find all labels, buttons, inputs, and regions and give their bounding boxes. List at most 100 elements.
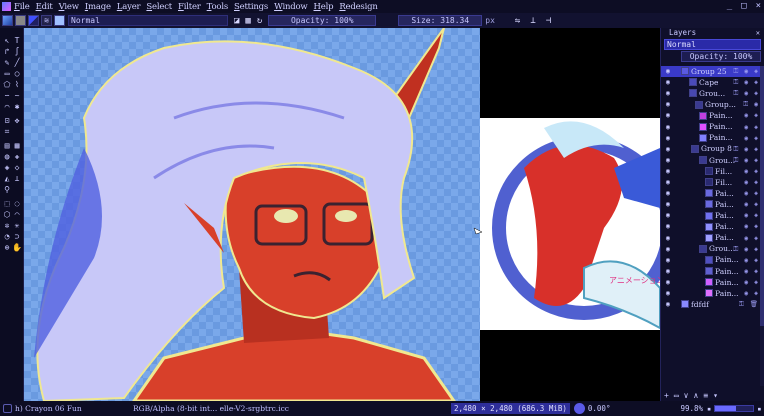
gradient-tool-icon[interactable]: ▤ <box>2 141 12 151</box>
brush-preset-icon[interactable] <box>2 15 13 26</box>
mirror-vertical-icon[interactable]: ⊥ <box>530 16 535 26</box>
layer-property-flags[interactable]: ◉ ◈ <box>744 289 759 297</box>
rectangle-tool-icon[interactable]: ▭ <box>2 69 12 79</box>
rect-select-icon[interactable]: ⬚ <box>2 199 12 209</box>
dynamic-brush-icon[interactable]: ⌒ <box>2 102 12 112</box>
eraser-mode-icon[interactable]: ◪ <box>234 16 239 26</box>
artwork-canvas[interactable]: アニメーション <box>24 28 660 401</box>
layer-property-flags[interactable]: ⚿ ◉ <box>743 100 759 109</box>
image-dimensions[interactable]: 2,480 × 2,480 (686.3 MiB) <box>451 403 570 414</box>
layer-property-flags[interactable]: ⚿ ◉ ◈ <box>733 145 759 154</box>
menu-window[interactable]: Window <box>274 2 308 12</box>
move-layer-down-button[interactable]: ∨ <box>684 391 689 400</box>
visibility-eye-icon[interactable]: ◉ <box>664 278 672 286</box>
layer-property-flags[interactable]: ◉ ◈ <box>744 267 759 275</box>
layer-property-flags[interactable]: ⚿ ◉ ◈ <box>733 78 759 87</box>
visibility-eye-icon[interactable]: ◉ <box>664 222 672 230</box>
zoom-out-icon[interactable]: ▪ <box>707 405 711 413</box>
menu-layer[interactable]: Layer <box>117 2 141 12</box>
duplicate-layer-button[interactable]: ▭ <box>674 391 679 400</box>
preserve-alpha-icon[interactable]: ▦ <box>245 16 250 26</box>
move-tool-icon[interactable]: ✥ <box>12 116 22 126</box>
layer-row[interactable]: ◉ Pain... ◉ ◈ <box>661 110 761 121</box>
menu-select[interactable]: Select <box>146 2 172 12</box>
layer-row[interactable]: ◉ Pain... ◉ ◈ <box>661 288 761 299</box>
visibility-eye-icon[interactable]: ◉ <box>664 67 672 75</box>
layer-property-flags[interactable]: ⚿ ◉ ◈ <box>733 89 759 98</box>
wrap-around-icon[interactable]: ⊣ <box>546 16 551 26</box>
layer-property-flags[interactable]: ◉ ◈ <box>744 200 759 208</box>
visibility-eye-icon[interactable]: ◉ <box>664 245 672 253</box>
layer-property-flags[interactable]: ⚿ ◉ ◈ <box>733 156 759 165</box>
enclose-fill-icon[interactable]: ◇ <box>12 163 22 173</box>
multibrush-icon[interactable]: ✱ <box>12 102 22 112</box>
brush-tool-icon[interactable]: ✎ <box>2 58 12 68</box>
visibility-eye-icon[interactable]: ◉ <box>664 156 672 164</box>
transform-tool-icon[interactable]: ⊡ <box>2 116 12 126</box>
visibility-eye-icon[interactable]: ◉ <box>664 289 672 297</box>
edit-shapes-icon[interactable]: ↱ <box>2 47 12 57</box>
assistant-tool-icon[interactable]: ◭ <box>2 174 12 184</box>
smart-patch-icon[interactable]: ✚ <box>12 152 22 162</box>
layer-property-flags[interactable]: ◉ ◈ <box>744 278 759 286</box>
layer-property-flags[interactable]: ◉ ◈ <box>744 222 759 230</box>
layer-row[interactable]: ◉ Cape ⚿ ◉ ◈ <box>661 77 761 88</box>
layer-property-flags[interactable]: ◉ ◈ <box>744 256 759 264</box>
visibility-eye-icon[interactable]: ◉ <box>664 167 672 175</box>
text-tool-icon[interactable]: T <box>12 36 22 46</box>
rotation-icon[interactable] <box>573 403 585 414</box>
dock-close-icon[interactable]: ✕ <box>756 28 760 38</box>
fill-tool-icon[interactable]: ◈ <box>2 163 12 173</box>
layer-property-flags[interactable]: ◉ ◈ <box>744 111 759 119</box>
layer-properties-button[interactable]: ≡ <box>703 391 708 400</box>
opacity-slider[interactable]: Opacity: 100% <box>268 15 377 26</box>
mirror-horizontal-icon[interactable]: ⇋ <box>515 16 520 26</box>
brush-size-slider[interactable]: Size: 318.34 <box>398 15 483 26</box>
menu-image[interactable]: Image <box>85 2 111 12</box>
layer-row[interactable]: ◉ Pai... ◉ ◈ <box>661 188 761 199</box>
move-layer-up-button[interactable]: ∧ <box>693 391 698 400</box>
layer-row[interactable]: ◉ Group 25 ⚿ ◉ ◈ <box>661 66 761 77</box>
maximize-button[interactable]: □ <box>741 1 746 11</box>
calligraphy-icon[interactable]: ∫ <box>12 47 22 57</box>
layer-row[interactable]: ◉ Group 8 ⚿ ◉ ◈ <box>661 144 761 155</box>
ellipse-tool-icon[interactable]: ○ <box>12 69 22 79</box>
canvas-area[interactable]: アニメーション <box>24 28 660 401</box>
brush-settings-icon[interactable]: ≋ <box>41 15 52 26</box>
close-button[interactable]: × <box>756 1 761 11</box>
menu-redesign[interactable]: Redesign <box>339 2 378 12</box>
layer-property-flags[interactable]: ◉ ◈ <box>744 234 759 242</box>
bezier-select-icon[interactable]: ◔ <box>2 232 12 242</box>
layer-row[interactable]: ◉ Fil... ◉ ◈ <box>661 166 761 177</box>
visibility-eye-icon[interactable]: ◉ <box>664 78 672 86</box>
visibility-eye-icon[interactable]: ◉ <box>664 256 672 264</box>
layer-row[interactable]: ◉ Pai... ◉ ◈ <box>661 210 761 221</box>
colorize-mask-icon[interactable]: ◍ <box>2 152 12 162</box>
layer-row[interactable]: ◉ Pain... ◉ ◈ <box>661 122 761 133</box>
pan-tool-icon[interactable]: ✋ <box>12 243 22 253</box>
menu-help[interactable]: Help <box>314 2 334 12</box>
color-selector-icon[interactable] <box>28 15 39 26</box>
layer-property-flags[interactable]: ◉ ◈ <box>744 167 759 175</box>
visibility-eye-icon[interactable]: ◉ <box>664 267 672 275</box>
line-tool-icon[interactable]: ╱ <box>12 58 22 68</box>
eyedropper-tool-icon[interactable]: ⚲ <box>2 185 12 195</box>
visibility-eye-icon[interactable]: ◉ <box>664 100 672 108</box>
magnetic-select-icon[interactable]: ⊃ <box>12 232 22 242</box>
layer-row[interactable]: ◉ Grou... ⚿ ◉ ◈ <box>661 244 761 255</box>
zoom-slider[interactable] <box>714 405 755 412</box>
visibility-eye-icon[interactable]: ◉ <box>664 300 672 308</box>
visibility-eye-icon[interactable]: ◉ <box>664 234 672 242</box>
minimize-button[interactable]: _ <box>727 1 732 11</box>
visibility-eye-icon[interactable]: ◉ <box>664 89 672 97</box>
layer-row[interactable]: ◉ Pai... ◉ ◈ <box>661 221 761 232</box>
visibility-eye-icon[interactable]: ◉ <box>664 189 672 197</box>
zoom-in-icon[interactable]: ▪ <box>757 405 761 413</box>
visibility-eye-icon[interactable]: ◉ <box>664 123 672 131</box>
menu-tools[interactable]: Tools <box>207 2 229 12</box>
layer-list-scrollbar[interactable] <box>760 66 764 386</box>
layer-row[interactable]: ◉ fdfdf ⚿ 🗑 <box>661 299 761 310</box>
bezier-tool-icon[interactable]: ∽ <box>2 91 12 101</box>
menu-edit[interactable]: Edit <box>36 2 53 12</box>
measure-tool-icon[interactable]: ⟂ <box>12 174 22 184</box>
